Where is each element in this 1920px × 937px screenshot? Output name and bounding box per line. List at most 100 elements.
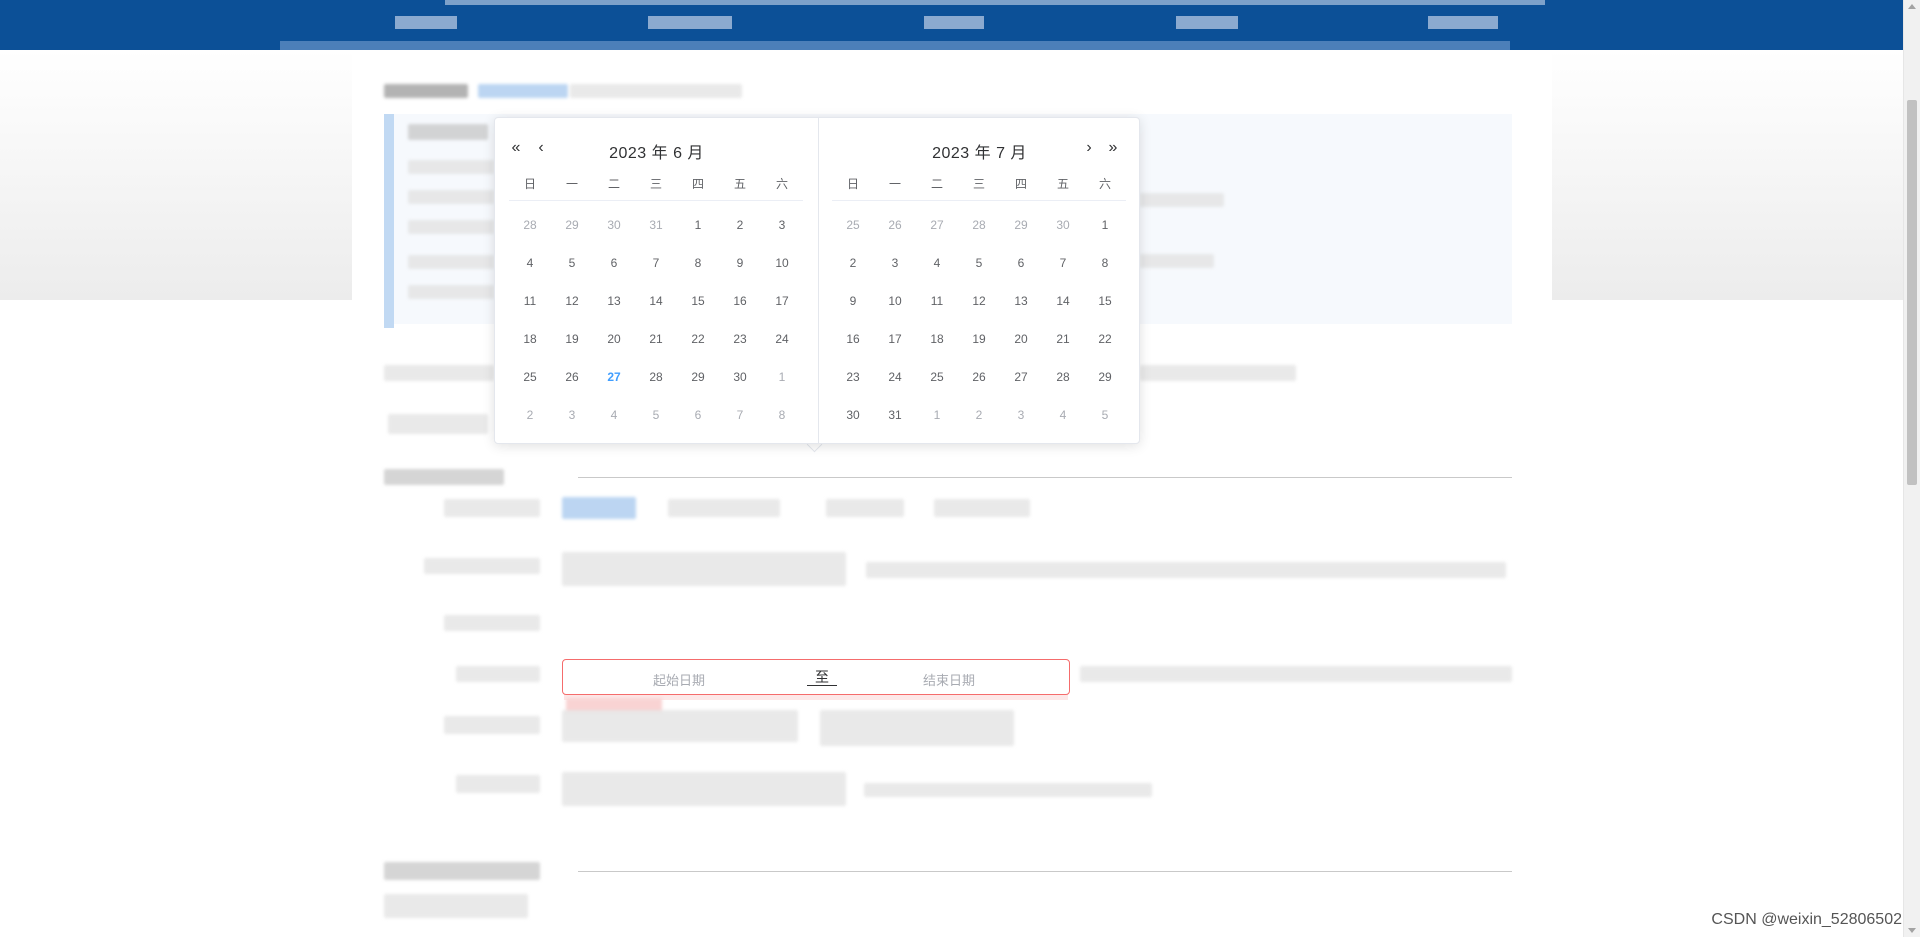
calendar-day[interactable]: 28 [958, 206, 1000, 244]
calendar-day[interactable]: 21 [1042, 320, 1084, 358]
calendar-day[interactable]: 7 [635, 244, 677, 282]
calendar-day[interactable]: 19 [551, 320, 593, 358]
radio-option[interactable] [934, 499, 1030, 517]
calendar-day[interactable]: 1 [916, 396, 958, 434]
calendar-day[interactable]: 2 [832, 244, 874, 282]
form-input[interactable] [562, 710, 798, 742]
calendar-day[interactable]: 3 [551, 396, 593, 434]
calendar-day[interactable]: 26 [551, 358, 593, 396]
calendar-day[interactable]: 28 [509, 206, 551, 244]
end-date-input[interactable]: 结束日期 [923, 670, 1023, 689]
calendar-day[interactable]: 24 [761, 320, 803, 358]
radio-option[interactable] [562, 497, 636, 519]
calendar-day[interactable]: 16 [832, 320, 874, 358]
calendar-day[interactable]: 22 [677, 320, 719, 358]
calendar-day[interactable]: 25 [509, 358, 551, 396]
calendar-day[interactable]: 30 [719, 358, 761, 396]
calendar-day[interactable]: 12 [551, 282, 593, 320]
calendar-day[interactable]: 20 [593, 320, 635, 358]
calendar-day[interactable]: 27 [916, 206, 958, 244]
calendar-day[interactable]: 17 [874, 320, 916, 358]
page-scrollbar[interactable] [1903, 0, 1920, 937]
calendar-day[interactable]: 3 [1000, 396, 1042, 434]
calendar-day[interactable]: 23 [719, 320, 761, 358]
calendar-day[interactable]: 21 [635, 320, 677, 358]
calendar-day[interactable]: 10 [761, 244, 803, 282]
calendar-day[interactable]: 31 [635, 206, 677, 244]
calendar-day[interactable]: 25 [916, 358, 958, 396]
calendar-day[interactable]: 1 [761, 358, 803, 396]
calendar-day[interactable]: 24 [874, 358, 916, 396]
calendar-day-today[interactable]: 27 [593, 358, 635, 396]
calendar-day[interactable]: 9 [832, 282, 874, 320]
calendar-day[interactable]: 6 [593, 244, 635, 282]
calendar-day[interactable]: 3 [761, 206, 803, 244]
nav-item[interactable] [395, 16, 457, 29]
calendar-day[interactable]: 1 [1084, 206, 1126, 244]
form-select[interactable] [562, 552, 846, 586]
calendar-day[interactable]: 22 [1084, 320, 1126, 358]
date-range-input[interactable]: 起始日期 至 结束日期 [562, 659, 1070, 695]
calendar-day[interactable]: 23 [832, 358, 874, 396]
calendar-day[interactable]: 15 [677, 282, 719, 320]
breadcrumb-link[interactable] [478, 84, 568, 98]
calendar-day[interactable]: 1 [677, 206, 719, 244]
radio-option[interactable] [826, 499, 904, 517]
calendar-day[interactable]: 30 [593, 206, 635, 244]
calendar-day[interactable]: 11 [509, 282, 551, 320]
start-date-input[interactable]: 起始日期 [653, 670, 753, 689]
calendar-day[interactable]: 13 [1000, 282, 1042, 320]
calendar-day[interactable]: 2 [958, 396, 1000, 434]
scrollbar-thumb[interactable] [1907, 100, 1917, 485]
double-chevron-right-icon[interactable]: » [1104, 138, 1122, 158]
calendar-day[interactable]: 4 [509, 244, 551, 282]
calendar-day[interactable]: 8 [1084, 244, 1126, 282]
calendar-day[interactable]: 5 [551, 244, 593, 282]
calendar-day[interactable]: 18 [916, 320, 958, 358]
calendar-day[interactable]: 30 [1042, 206, 1084, 244]
calendar-day[interactable]: 4 [1042, 396, 1084, 434]
calendar-day[interactable]: 16 [719, 282, 761, 320]
calendar-day[interactable]: 31 [874, 396, 916, 434]
calendar-day[interactable]: 25 [832, 206, 874, 244]
calendar-day[interactable]: 26 [958, 358, 1000, 396]
nav-item[interactable] [924, 16, 984, 29]
calendar-day[interactable]: 15 [1084, 282, 1126, 320]
calendar-day[interactable]: 28 [635, 358, 677, 396]
calendar-day[interactable]: 17 [761, 282, 803, 320]
chevron-right-icon[interactable]: › [1080, 138, 1098, 158]
calendar-day[interactable]: 7 [719, 396, 761, 434]
calendar-day[interactable]: 28 [1042, 358, 1084, 396]
calendar-day[interactable]: 6 [1000, 244, 1042, 282]
calendar-day[interactable]: 29 [1084, 358, 1126, 396]
form-button[interactable] [820, 710, 1014, 746]
calendar-day[interactable]: 18 [509, 320, 551, 358]
calendar-day[interactable]: 29 [677, 358, 719, 396]
calendar-day[interactable]: 30 [832, 396, 874, 434]
calendar-day[interactable]: 13 [593, 282, 635, 320]
calendar-day[interactable]: 29 [1000, 206, 1042, 244]
calendar-day[interactable]: 4 [593, 396, 635, 434]
scroll-down-icon[interactable] [1908, 928, 1916, 933]
calendar-day[interactable]: 12 [958, 282, 1000, 320]
calendar-day[interactable]: 4 [916, 244, 958, 282]
nav-item[interactable] [648, 16, 732, 29]
calendar-day[interactable]: 5 [1084, 396, 1126, 434]
calendar-day[interactable]: 10 [874, 282, 916, 320]
calendar-day[interactable]: 8 [677, 244, 719, 282]
calendar-day[interactable]: 26 [874, 206, 916, 244]
calendar-day[interactable]: 14 [635, 282, 677, 320]
nav-item[interactable] [1428, 16, 1498, 29]
calendar-day[interactable]: 9 [719, 244, 761, 282]
calendar-day[interactable]: 5 [958, 244, 1000, 282]
calendar-day[interactable]: 19 [958, 320, 1000, 358]
calendar-day[interactable]: 3 [874, 244, 916, 282]
form-input[interactable] [562, 772, 846, 806]
calendar-day[interactable]: 5 [635, 396, 677, 434]
scroll-up-icon[interactable] [1908, 4, 1916, 9]
nav-item[interactable] [1176, 16, 1238, 29]
calendar-day[interactable]: 7 [1042, 244, 1084, 282]
calendar-day[interactable]: 2 [719, 206, 761, 244]
calendar-day[interactable]: 29 [551, 206, 593, 244]
calendar-day[interactable]: 6 [677, 396, 719, 434]
